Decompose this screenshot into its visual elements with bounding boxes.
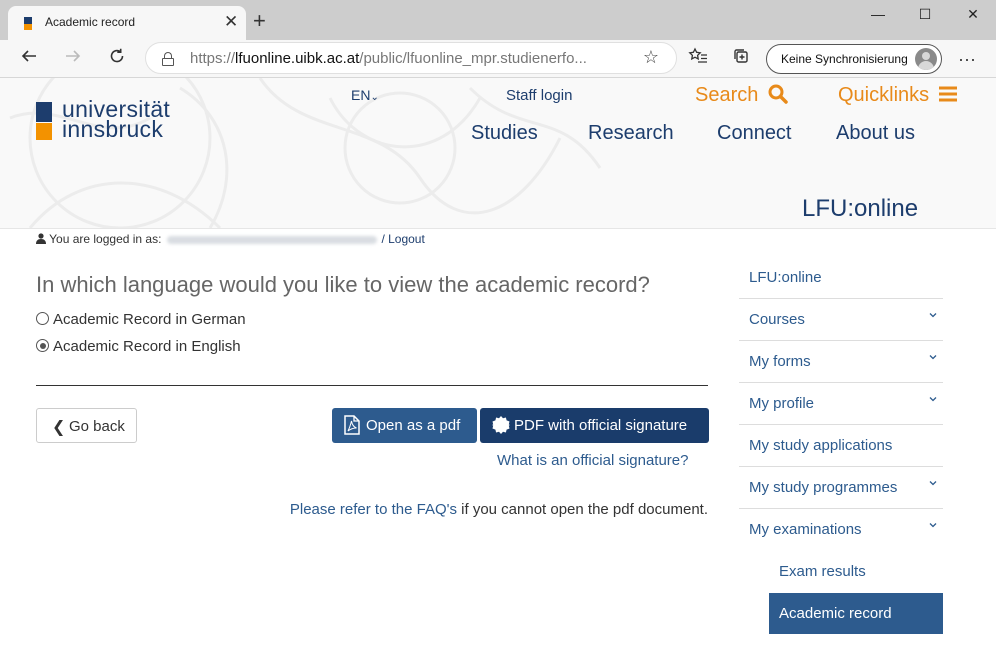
chevron-down-icon <box>929 355 937 360</box>
sidebar-item-lfuonline[interactable]: LFU:online <box>739 257 943 299</box>
radio-button[interactable] <box>36 312 49 325</box>
browser-toolbar: https://lfuonline.uibk.ac.at/public/lfuo… <box>0 40 996 78</box>
browser-tab[interactable]: Academic record ✕ <box>8 6 246 40</box>
address-bar[interactable]: https://lfuonline.uibk.ac.at/public/lfuo… <box>145 42 677 74</box>
browser-tabstrip: Academic record ✕ + — ☐ ✕ <box>0 0 996 40</box>
chevron-left-icon: ❮ <box>52 419 66 436</box>
hamburger-icon <box>938 86 957 102</box>
sync-button[interactable]: Keine Synchronisierung <box>766 44 942 74</box>
nav-studies[interactable]: Studies <box>471 122 538 145</box>
nav-research[interactable]: Research <box>588 122 674 145</box>
close-tab-icon[interactable]: ✕ <box>224 13 238 31</box>
sidebar-item-my-profile[interactable]: My profile <box>739 383 943 425</box>
search-icon <box>768 84 788 104</box>
official-signature-info-link[interactable]: What is an official signature? <box>497 452 689 469</box>
forward-icon[interactable] <box>60 46 86 72</box>
user-icon <box>36 233 46 244</box>
chevron-down-icon <box>929 481 937 486</box>
radio-german[interactable]: Academic Record in German <box>36 311 246 328</box>
more-icon[interactable]: ··· <box>954 46 980 72</box>
faq-notice: Please refer to the FAQ's if you cannot … <box>289 501 708 518</box>
chevron-down-icon: ⌄ <box>370 92 379 103</box>
maximize-icon[interactable]: ☐ <box>902 4 948 26</box>
profile-avatar-icon <box>915 48 937 70</box>
chevron-down-icon <box>929 313 937 318</box>
staff-login-link[interactable]: Staff login <box>506 87 572 104</box>
web-page: universität innsbruck EN⌄ Staff login Se… <box>0 78 996 649</box>
new-tab-icon[interactable]: + <box>253 9 266 33</box>
search-link[interactable]: Search <box>695 84 788 107</box>
sidebar-item-my-study-programmes[interactable]: My study programmes <box>739 467 943 509</box>
login-status: You are logged in as: / Logout <box>36 232 425 246</box>
lock-icon <box>162 52 174 66</box>
certificate-seal-icon <box>492 416 510 434</box>
sidebar-item-my-examinations[interactable]: My examinations <box>739 509 943 551</box>
redacted-username <box>167 235 378 244</box>
sidebar-nav: LFU:online Courses My forms My profile M… <box>739 257 943 634</box>
sync-label: Keine Synchronisierung <box>781 52 908 66</box>
divider <box>36 385 708 386</box>
nav-about-us[interactable]: About us <box>836 122 915 145</box>
open-pdf-button[interactable]: Open as a pdf <box>332 408 477 443</box>
sidebar-item-exam-results[interactable]: Exam results <box>739 551 943 593</box>
portal-title[interactable]: LFU:online <box>802 195 918 223</box>
collections-icon[interactable] <box>728 46 754 72</box>
chevron-down-icon <box>929 523 937 528</box>
go-back-button[interactable]: ❮ Go back <box>36 408 137 443</box>
radio-english[interactable]: Academic Record in English <box>36 338 241 355</box>
sidebar-item-academic-record[interactable]: Academic record <box>769 593 943 634</box>
faq-link[interactable]: Please refer to the FAQ's <box>290 501 457 518</box>
minimize-icon[interactable]: — <box>855 4 901 26</box>
sidebar-item-courses[interactable]: Courses <box>739 299 943 341</box>
window-close-icon[interactable]: ✕ <box>950 4 996 26</box>
favicon-icon <box>24 17 32 30</box>
sidebar-item-my-forms[interactable]: My forms <box>739 341 943 383</box>
page-question: In which language would you like to view… <box>36 272 650 297</box>
favorites-icon[interactable] <box>685 46 711 72</box>
radio-button-selected[interactable] <box>36 339 49 352</box>
url-text[interactable]: https://lfuonline.uibk.ac.at/public/lfuo… <box>190 50 587 67</box>
tab-title: Academic record <box>45 15 136 29</box>
refresh-icon[interactable] <box>104 46 130 72</box>
nav-connect[interactable]: Connect <box>717 122 792 145</box>
site-header: universität innsbruck EN⌄ Staff login Se… <box>0 78 996 229</box>
quicklinks-menu[interactable]: Quicklinks <box>838 84 957 107</box>
chevron-down-icon <box>929 397 937 402</box>
pdf-file-icon <box>344 415 360 435</box>
sidebar-item-my-study-applications[interactable]: My study applications <box>739 425 943 467</box>
back-icon[interactable] <box>16 46 42 72</box>
pdf-signature-button[interactable]: PDF with official signature <box>480 408 709 443</box>
language-selector[interactable]: EN⌄ <box>351 87 379 103</box>
star-icon[interactable]: ☆ <box>643 47 659 68</box>
logout-link[interactable]: / Logout <box>381 232 424 246</box>
